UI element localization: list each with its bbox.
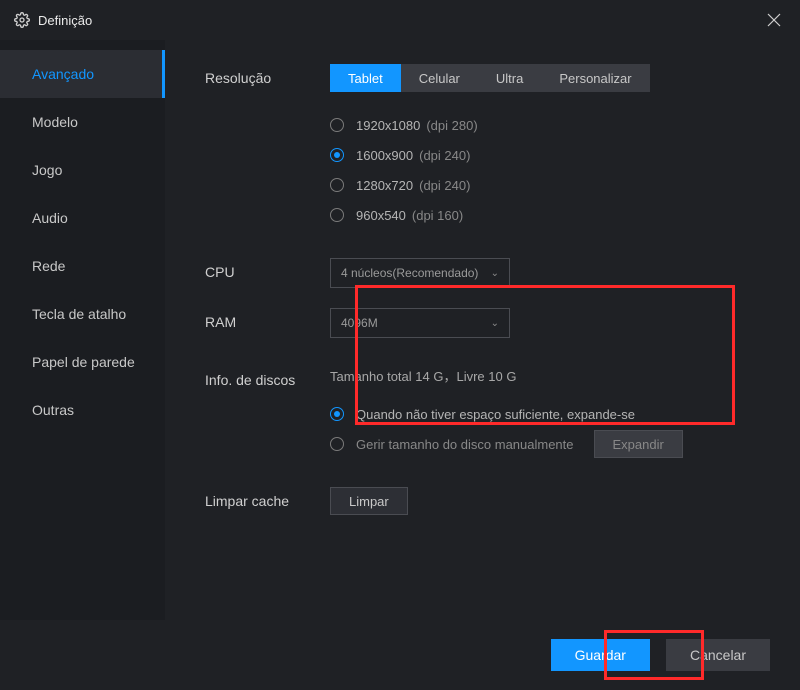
titlebar: Definição (0, 0, 800, 40)
sidebar-item-label: Tecla de atalho (32, 306, 126, 322)
sidebar-item-rede[interactable]: Rede (0, 242, 165, 290)
cpu-select[interactable]: 4 núcleos(Recomendado) ⌄ (330, 258, 510, 288)
section-disk: Info. de discos Tamanho total 14 G，Livre… (205, 366, 770, 459)
expand-button: Expandir (594, 430, 683, 458)
save-button[interactable]: Guardar (551, 639, 650, 671)
sidebar-item-label: Jogo (32, 162, 62, 178)
tab-personalizar[interactable]: Personalizar (541, 64, 649, 92)
radio-icon (330, 148, 344, 162)
section-cache: Limpar cache Limpar (205, 487, 770, 515)
sidebar-item-avancado[interactable]: Avançado (0, 50, 165, 98)
sidebar-item-label: Papel de parede (32, 354, 135, 370)
chevron-down-icon: ⌄ (491, 268, 499, 279)
disk-opt-auto[interactable]: Quando não tiver espaço suficiente, expa… (330, 399, 770, 429)
radio-icon (330, 118, 344, 132)
sidebar-item-label: Audio (32, 210, 68, 226)
res-opt-1280[interactable]: 1280x720 (dpi 240) (330, 170, 770, 200)
disk-opt-manual[interactable]: Gerir tamanho do disco manualmente Expan… (330, 429, 770, 459)
resolution-tabs: Tablet Celular Ultra Personalizar (330, 64, 770, 92)
clear-cache-button[interactable]: Limpar (330, 487, 408, 515)
sidebar-item-label: Modelo (32, 114, 78, 130)
tab-tablet[interactable]: Tablet (330, 64, 401, 92)
window-title: Definição (38, 13, 92, 28)
close-icon[interactable] (762, 8, 786, 32)
sidebar-item-modelo[interactable]: Modelo (0, 98, 165, 146)
cache-label: Limpar cache (205, 487, 330, 515)
sidebar-item-outras[interactable]: Outras (0, 386, 165, 434)
cancel-button[interactable]: Cancelar (666, 639, 770, 671)
cpu-value: 4 núcleos(Recomendado) (341, 266, 478, 280)
resolution-label: Resolução (205, 64, 330, 230)
sidebar-item-audio[interactable]: Audio (0, 194, 165, 242)
sidebar-item-label: Outras (32, 402, 74, 418)
sidebar-item-label: Rede (32, 258, 65, 274)
gear-icon (14, 12, 30, 28)
section-resolution: Resolução Tablet Celular Ultra Personali… (205, 64, 770, 230)
radio-icon (330, 437, 344, 451)
res-opt-960[interactable]: 960x540 (dpi 160) (330, 200, 770, 230)
sidebar: Avançado Modelo Jogo Audio Rede Tecla de… (0, 40, 165, 620)
ram-select[interactable]: 4096M ⌄ (330, 308, 510, 338)
sidebar-item-jogo[interactable]: Jogo (0, 146, 165, 194)
sidebar-item-papel[interactable]: Papel de parede (0, 338, 165, 386)
ram-value: 4096M (341, 316, 378, 330)
radio-icon (330, 407, 344, 421)
tab-celular[interactable]: Celular (401, 64, 478, 92)
radio-icon (330, 178, 344, 192)
res-opt-1920[interactable]: 1920x1080 (dpi 280) (330, 110, 770, 140)
sidebar-item-tecla[interactable]: Tecla de atalho (0, 290, 165, 338)
content-pane: Resolução Tablet Celular Ultra Personali… (165, 40, 800, 620)
section-ram: RAM 4096M ⌄ (205, 308, 770, 338)
section-cpu: CPU 4 núcleos(Recomendado) ⌄ (205, 258, 770, 288)
footer: Guardar Cancelar (0, 620, 800, 690)
disk-summary: Tamanho total 14 G，Livre 10 G (330, 366, 770, 385)
disk-label: Info. de discos (205, 366, 330, 459)
ram-label: RAM (205, 308, 330, 338)
sidebar-item-label: Avançado (32, 66, 94, 82)
res-opt-1600[interactable]: 1600x900 (dpi 240) (330, 140, 770, 170)
radio-icon (330, 208, 344, 222)
chevron-down-icon: ⌄ (491, 318, 499, 329)
tab-ultra[interactable]: Ultra (478, 64, 541, 92)
cpu-label: CPU (205, 258, 330, 288)
